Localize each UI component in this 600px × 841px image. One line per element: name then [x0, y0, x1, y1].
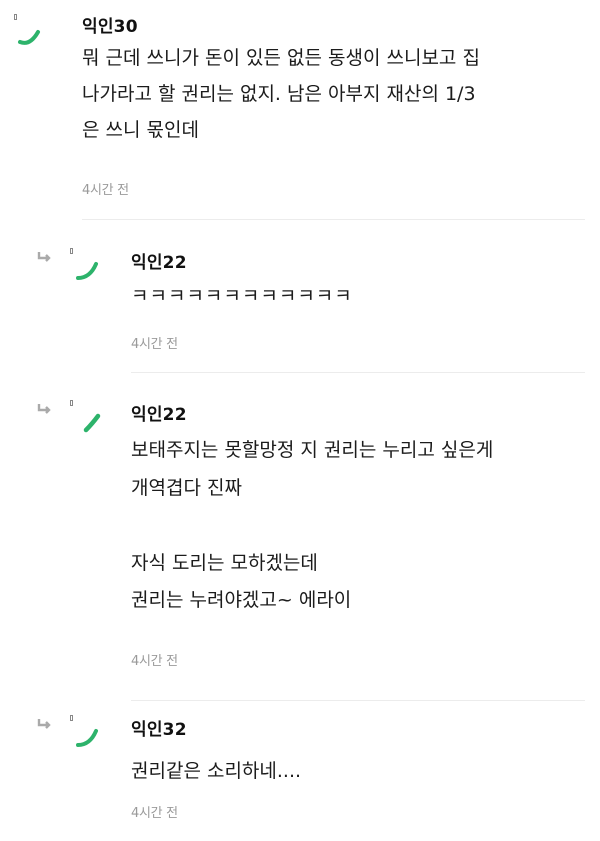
avatar-icon[interactable] — [70, 248, 104, 282]
comment-item: 익인32 권리같은 소리하네.... 4시간 전 — [0, 701, 600, 841]
comment-nickname[interactable]: 익인32 — [131, 715, 187, 740]
comment-nickname[interactable]: 익인22 — [131, 248, 187, 273]
reply-arrow-icon — [36, 248, 52, 262]
comment-body: 뭐 근데 쓰니가 돈이 있든 없든 동생이 쓰니보고 집 나가라고 할 권리는 … — [82, 47, 480, 141]
comment-time: 4시간 전 — [131, 806, 178, 821]
reply-arrow-icon — [36, 400, 52, 414]
comment-time: 4시간 전 — [131, 654, 178, 669]
comment-item: 익인30 뭐 근데 쓰니가 돈이 있든 없든 동생이 쓰니보고 집 나가라고 할… — [0, 0, 600, 220]
comment-time: 4시간 전 — [131, 337, 178, 352]
comment-nickname[interactable]: 익인22 — [131, 400, 187, 425]
comment-nickname[interactable]: 익인30 — [82, 12, 138, 37]
avatar-icon[interactable] — [70, 715, 104, 749]
avatar-icon[interactable] — [70, 400, 104, 434]
reply-arrow-icon — [36, 715, 52, 729]
comment-item: 익인22 보태주지는 못할망정 지 권리는 누리고 싶은게 개역겹다 진짜 자식… — [0, 373, 600, 701]
comment-body: 권리같은 소리하네.... — [131, 760, 302, 782]
comment-body: ㅋㅋㅋㅋㅋㅋㅋㅋㅋㅋㅋㅋ — [131, 285, 353, 307]
comment-body: 보태주지는 못할망정 지 권리는 누리고 싶은게 개역겹다 진짜 자식 도리는 … — [131, 439, 494, 611]
comment-time: 4시간 전 — [82, 183, 129, 198]
avatar-icon[interactable] — [14, 14, 48, 48]
comment-item: 익인22 ㅋㅋㅋㅋㅋㅋㅋㅋㅋㅋㅋㅋ 4시간 전 — [0, 220, 600, 372]
